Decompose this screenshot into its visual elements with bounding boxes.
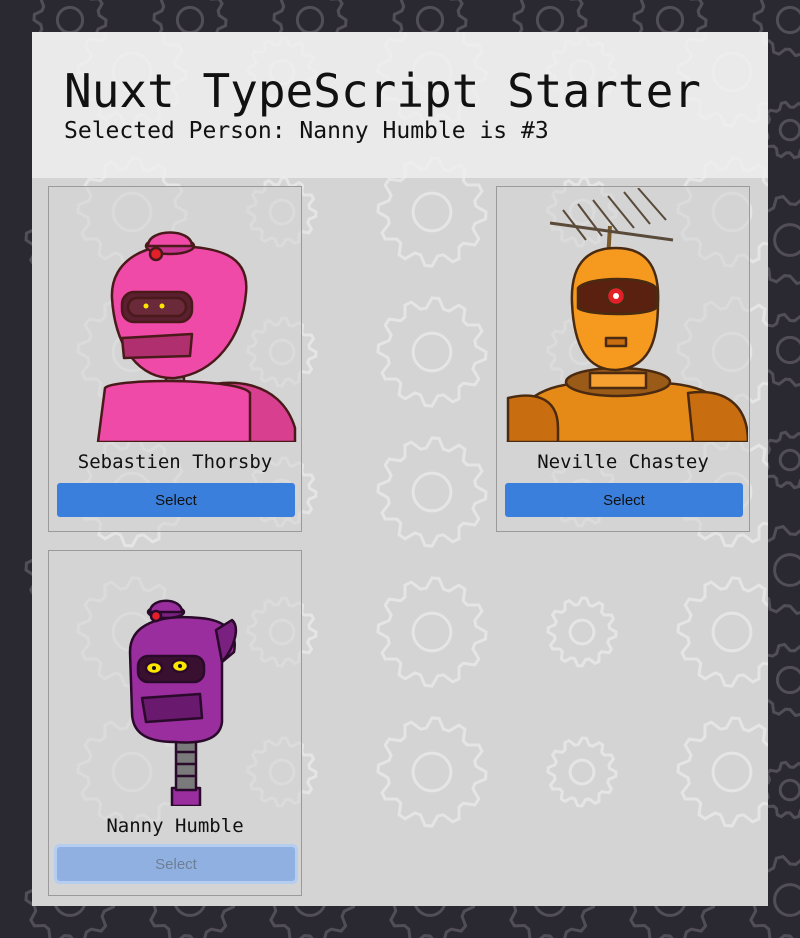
robot-avatar-purple xyxy=(50,552,300,806)
selected-prefix: Selected Person: xyxy=(64,118,286,144)
person-card: Neville Chastey Select xyxy=(496,186,750,532)
robot-avatar-orange xyxy=(498,188,748,442)
selected-suffix: is #3 xyxy=(479,118,549,144)
person-card: Nanny Humble Select xyxy=(48,550,302,896)
person-name: Nanny Humble xyxy=(106,815,244,837)
page-header: Nuxt TypeScript Starter Selected Person:… xyxy=(32,32,768,178)
select-button-disabled[interactable]: Select xyxy=(57,847,295,881)
select-button[interactable]: Select xyxy=(505,483,743,517)
person-name: Neville Chastey xyxy=(537,451,709,473)
person-card: Sebastien Thorsby Select xyxy=(48,186,302,532)
robot-avatar-pink xyxy=(50,188,300,442)
select-button[interactable]: Select xyxy=(57,483,295,517)
page-title: Nuxt TypeScript Starter xyxy=(64,64,701,118)
main-panel: Nuxt TypeScript Starter Selected Person:… xyxy=(32,32,768,906)
selected-person-name: Nanny Humble xyxy=(299,118,466,144)
selected-person-line: Selected Person: Nanny Humble is #3 xyxy=(64,116,549,146)
person-name: Sebastien Thorsby xyxy=(77,451,273,473)
